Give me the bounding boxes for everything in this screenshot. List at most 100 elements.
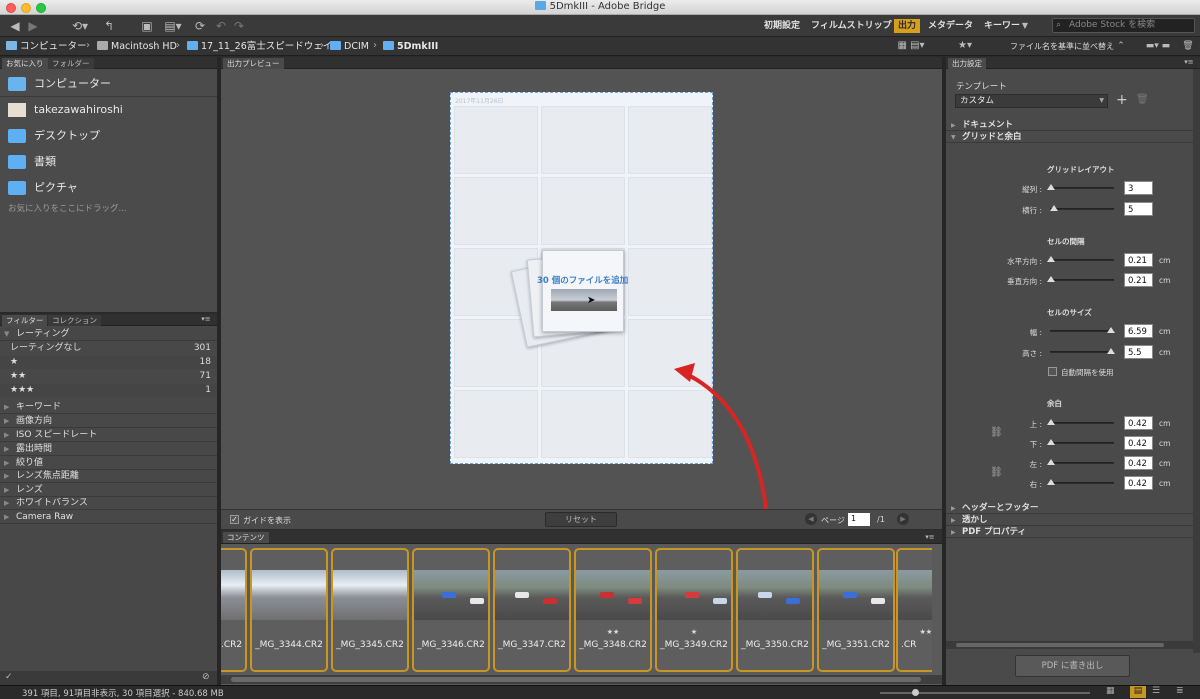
filter-iso[interactable]: ▶ ISO スピードレート: [0, 429, 217, 442]
show-guides-checkbox[interactable]: ✓: [230, 515, 239, 524]
rating-none-row[interactable]: レーティングなし 301: [0, 342, 217, 355]
rotate-right-icon[interactable]: ↷: [233, 18, 245, 34]
section-pdf-properties[interactable]: ▶ PDF プロパティ: [946, 527, 1193, 538]
favorite-pictures[interactable]: ピクチャ: [8, 177, 78, 199]
delete-template-icon[interactable]: 🗑: [1136, 94, 1149, 105]
cols-input[interactable]: 5: [1124, 202, 1153, 216]
trash-icon[interactable]: 🗑: [1182, 38, 1194, 54]
rating-1-row[interactable]: ★ 18: [0, 356, 217, 369]
favorite-desktop[interactable]: デスクトップ: [8, 125, 100, 147]
section-header-footer[interactable]: ▶ ヘッダーとフッター: [946, 503, 1193, 514]
recent-folder-icon[interactable]: ⟲▾: [70, 18, 90, 34]
thumbnail-view-icon[interactable]: ▤: [1130, 686, 1146, 698]
rating-3-row[interactable]: ★★★ 1: [0, 384, 217, 397]
workspace-output[interactable]: 出力: [894, 19, 921, 33]
next-page-icon[interactable]: ▶: [897, 513, 909, 525]
workspace-keywords[interactable]: キーワー: [980, 19, 1024, 33]
thumbnail-item[interactable]: _MG_3345.CR2: [331, 548, 409, 672]
thumbnail-item[interactable]: _MG_3351.CR2: [817, 548, 895, 672]
zoom-slider[interactable]: [880, 689, 1090, 696]
thumbnail-partial-left[interactable]: .CR2: [221, 548, 247, 672]
tab-filter[interactable]: フィルター: [2, 315, 48, 326]
section-grid-margins[interactable]: ▼ グリッドと余白: [946, 132, 1193, 143]
scroll-thumb[interactable]: [231, 677, 921, 682]
crumb-event-folder[interactable]: 17_11_26富士スピードウェイ: [187, 40, 332, 53]
forward-icon[interactable]: ▶: [26, 18, 40, 34]
crumb-macintosh-hd[interactable]: Macintosh HD: [97, 40, 177, 53]
star-filter-icon[interactable]: ★▾: [955, 38, 975, 54]
add-template-icon[interactable]: +: [1116, 92, 1128, 108]
panel-menu-icon[interactable]: ▾≡: [923, 529, 937, 545]
margin-left-slider[interactable]: [1047, 459, 1114, 465]
panel-menu-icon[interactable]: ▾≡: [1182, 54, 1196, 70]
favorite-computer[interactable]: コンピューター: [8, 73, 111, 95]
cols-slider[interactable]: [1050, 205, 1114, 211]
crumb-dcim[interactable]: DCIM: [330, 40, 369, 53]
vertical-spacing-input[interactable]: 0.21: [1124, 273, 1153, 287]
thumbnail-item[interactable]: ★★ _MG_3348.CR2: [574, 548, 652, 672]
list-view-icon[interactable]: ≣: [1176, 686, 1184, 696]
settings-hscrollbar[interactable]: [946, 641, 1193, 649]
workspace-menu-icon[interactable]: ▼: [1020, 18, 1030, 34]
favorite-documents[interactable]: 書類: [8, 151, 56, 173]
rows-input[interactable]: 3: [1124, 181, 1153, 195]
rating-2-row[interactable]: ★★ 71: [0, 370, 217, 383]
filter-lens[interactable]: ▶ レンズ: [0, 484, 217, 497]
grid-view-icon[interactable]: ▦: [1106, 686, 1115, 696]
refine-icon[interactable]: ▤▾: [162, 18, 184, 34]
margin-bottom-slider[interactable]: [1047, 439, 1114, 445]
sort-ascending-icon[interactable]: ⌃: [1116, 38, 1126, 54]
height-input[interactable]: 5.5: [1124, 345, 1153, 359]
margin-top-input[interactable]: 0.42: [1124, 416, 1153, 430]
tab-collections[interactable]: コレクション: [48, 315, 101, 326]
rotate-left-icon[interactable]: ↶: [215, 18, 227, 34]
horizontal-spacing-slider[interactable]: [1047, 256, 1114, 262]
favorite-home[interactable]: takezawahiroshi: [8, 99, 123, 121]
auto-spacing-checkbox[interactable]: [1048, 367, 1057, 376]
details-view-icon[interactable]: ☰: [1152, 686, 1160, 696]
template-select[interactable]: カスタム ▼: [955, 94, 1108, 108]
horizontal-spacing-input[interactable]: 0.21: [1124, 253, 1153, 267]
tab-content[interactable]: コンテンツ: [223, 532, 269, 543]
sort-menu[interactable]: ファイル名を基準に並べ替え: [1010, 40, 1114, 53]
crumb-5dmkiii[interactable]: 5DmkIII: [383, 40, 438, 53]
link-icon[interactable]: ⛓: [990, 467, 1003, 478]
section-document[interactable]: ▶ ドキュメント: [946, 120, 1193, 131]
margin-right-slider[interactable]: [1047, 479, 1114, 485]
crumb-computer[interactable]: コンピューター: [6, 40, 87, 53]
workspace-default[interactable]: 初期設定: [760, 19, 804, 33]
reset-button[interactable]: リセット: [545, 512, 617, 527]
panel-menu-icon[interactable]: ▾≡: [200, 311, 212, 327]
vertical-spacing-slider[interactable]: [1047, 276, 1114, 282]
stock-search-input[interactable]: ⌕ Adobe Stock を検索: [1052, 18, 1195, 33]
rotate-sync-icon[interactable]: ⟳: [192, 18, 208, 34]
rows-slider[interactable]: [1047, 184, 1114, 190]
content-scrollbar[interactable]: [221, 675, 942, 684]
clear-filter-icon[interactable]: ⊘: [202, 672, 210, 682]
filter-camera-raw[interactable]: ▶ Camera Raw: [0, 511, 217, 524]
height-slider[interactable]: [1050, 348, 1115, 354]
panel-scrollbar[interactable]: [1193, 69, 1200, 653]
tab-folders[interactable]: フォルダー: [48, 58, 94, 69]
section-watermark[interactable]: ▶ 透かし: [946, 515, 1193, 526]
workspace-filmstrip[interactable]: フィルムストリップ: [807, 19, 896, 33]
filter-rating-header[interactable]: ▼ レーティング: [0, 328, 217, 341]
page-number-input[interactable]: 1: [848, 513, 870, 526]
margin-left-input[interactable]: 0.42: [1124, 456, 1153, 470]
filter-white-balance[interactable]: ▶ ホワイトバランス: [0, 497, 217, 510]
thumbnail-item[interactable]: _MG_3344.CR2: [250, 548, 328, 672]
return-icon[interactable]: ↰: [101, 18, 117, 34]
link-icon[interactable]: ⛓: [990, 427, 1003, 438]
tab-favorites[interactable]: お気に入り: [2, 58, 48, 69]
prev-page-icon[interactable]: ◀: [805, 513, 817, 525]
camera-import-icon[interactable]: ▣: [138, 18, 156, 34]
thumbnail-item[interactable]: _MG_3346.CR2: [412, 548, 490, 672]
thumbnail-item[interactable]: _MG_3347.CR2: [493, 548, 571, 672]
pin-icon[interactable]: ✓: [5, 672, 13, 682]
filter-focal-length[interactable]: ▶ レンズ焦点距離: [0, 470, 217, 483]
export-pdf-button[interactable]: PDF に書き出し: [1015, 655, 1130, 677]
tab-output-preview[interactable]: 出力プレビュー: [223, 58, 284, 69]
margin-top-slider[interactable]: [1047, 419, 1114, 425]
back-icon[interactable]: ◀: [8, 18, 22, 34]
thumbnail-item[interactable]: ★ _MG_3349.CR2: [655, 548, 733, 672]
